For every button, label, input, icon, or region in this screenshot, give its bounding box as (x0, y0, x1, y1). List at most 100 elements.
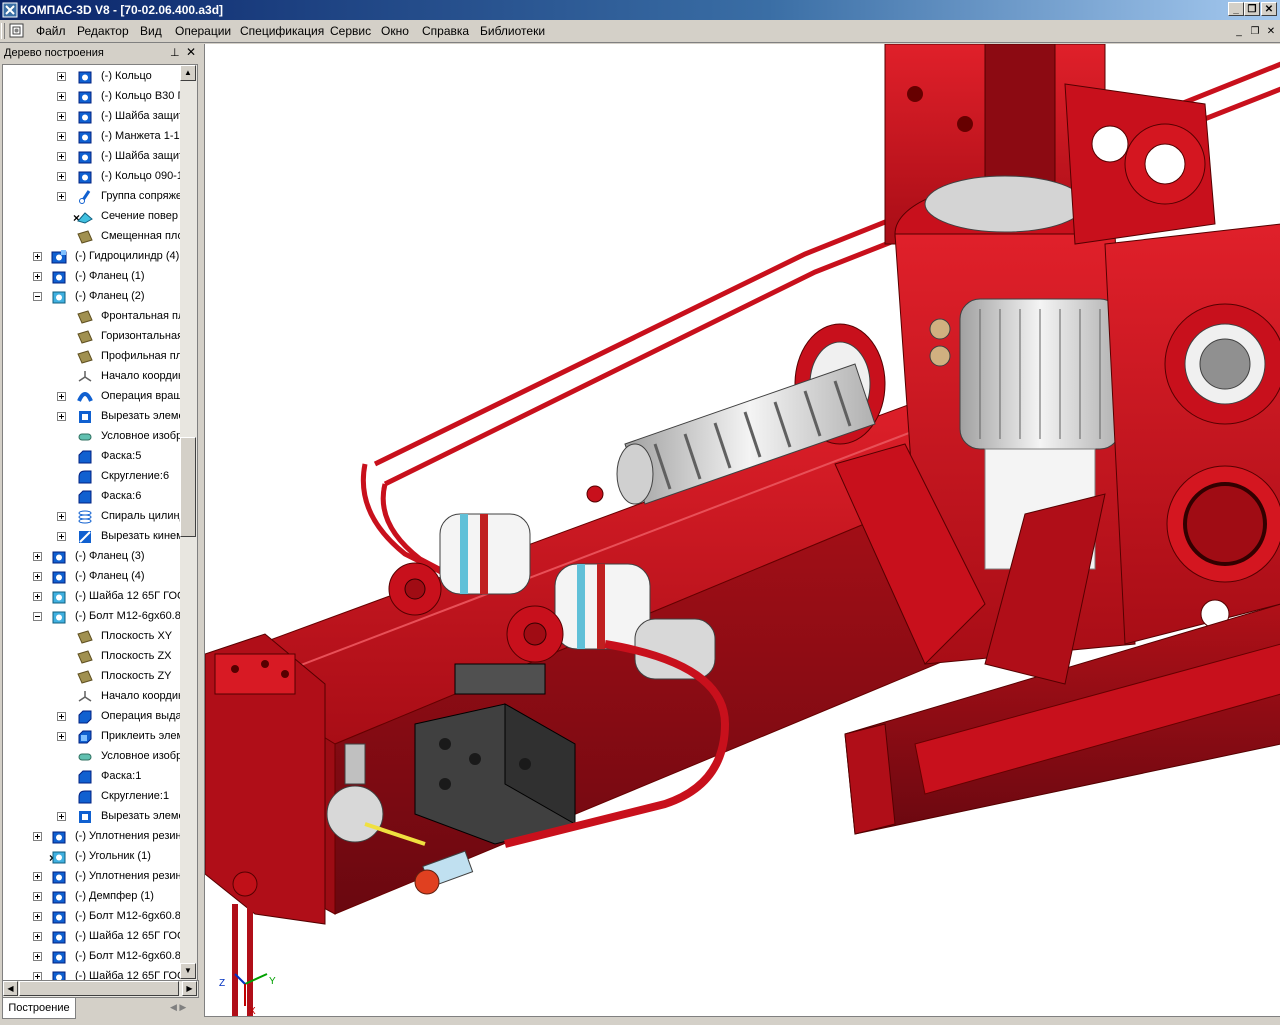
expand-icon[interactable] (57, 192, 66, 201)
menu-view[interactable]: Вид (140, 24, 162, 38)
tree-item[interactable]: Плоскость ZY (3, 667, 181, 687)
scroll-left-button[interactable]: ◀ (3, 981, 18, 996)
tree-item[interactable]: Начало координ (3, 367, 181, 387)
expand-icon[interactable] (57, 512, 66, 521)
menu-specification[interactable]: Спецификация (240, 24, 324, 38)
tree-item[interactable]: Спираль цилинд (3, 507, 181, 527)
minimize-button[interactable]: _ (1228, 2, 1244, 16)
tree-item[interactable]: (-) Кольцо В30 Г (3, 87, 181, 107)
document-icon[interactable] (8, 23, 26, 39)
tree-item[interactable]: (-) Уплотнения резин (3, 867, 181, 887)
tree-item[interactable]: Операция выда (3, 707, 181, 727)
tree-item[interactable]: Плоскость XY (3, 627, 181, 647)
hscroll-thumb[interactable] (19, 981, 179, 996)
tree-item[interactable]: Скругление:6 (3, 467, 181, 487)
expand-icon[interactable] (57, 712, 66, 721)
expand-icon[interactable] (33, 892, 42, 901)
tree-item[interactable]: (-) Манжета 1-10 (3, 127, 181, 147)
tree-item[interactable]: (-) Шайба 12 65Г ГОС (3, 927, 181, 947)
menu-service[interactable]: Сервис (330, 24, 371, 38)
tree-item[interactable]: Приклеить элем (3, 727, 181, 747)
tab-arrows-icon[interactable]: ◀ ▶ (170, 1002, 186, 1013)
expand-icon[interactable] (33, 272, 42, 281)
tree-item[interactable]: (-) Болт М12-6gx60.8 (3, 947, 181, 967)
expand-icon[interactable] (33, 932, 42, 941)
tree-item[interactable]: (-) Гидроцилиндр (4) (3, 247, 181, 267)
expand-icon[interactable] (57, 172, 66, 181)
tree-vertical-scrollbar[interactable]: ▲ ▼ (180, 64, 198, 982)
expand-icon[interactable] (57, 532, 66, 541)
tree-item[interactable]: Профильная пло (3, 347, 181, 367)
tree-item[interactable]: × Сечение повер (3, 207, 181, 227)
scroll-right-button[interactable]: ▶ (182, 981, 197, 996)
kompas-app-icon[interactable] (2, 2, 18, 18)
tree-item[interactable]: Вырезать кинем (3, 527, 181, 547)
expand-icon[interactable] (57, 152, 66, 161)
collapse-icon[interactable] (33, 292, 42, 301)
menu-file[interactable]: Файл (36, 24, 66, 38)
close-button[interactable]: ✕ (1261, 2, 1277, 16)
menu-operations[interactable]: Операции (175, 24, 231, 38)
model-viewport[interactable]: Y Z X (204, 44, 1280, 1016)
expand-icon[interactable] (33, 872, 42, 881)
tree-item[interactable]: Операция вращ (3, 387, 181, 407)
scroll-thumb[interactable] (180, 437, 196, 537)
tree-item[interactable]: Условное изобр (3, 747, 181, 767)
tree-item[interactable]: (-) Шайба 12 65Г ГОС (3, 587, 181, 607)
tree-item[interactable]: (-) Фланец (2) (3, 287, 181, 307)
menu-libraries[interactable]: Библиотеки (480, 24, 545, 38)
tree-item[interactable]: (-) Шайба защит (3, 107, 181, 127)
tree-item[interactable]: Вырезать элеме (3, 807, 181, 827)
expand-icon[interactable] (57, 112, 66, 121)
tree-item[interactable]: (-) Демпфер (1) (3, 887, 181, 907)
tree-item[interactable]: (-) Фланец (4) (3, 567, 181, 587)
doc-minimize-button[interactable]: _ (1232, 26, 1246, 38)
tree-item[interactable]: Смещенная пло (3, 227, 181, 247)
expand-icon[interactable] (57, 392, 66, 401)
3d-model-render[interactable]: Y Z X (205, 44, 1280, 1016)
tree-item[interactable]: (-) Болт М12-6gx60.8 (3, 907, 181, 927)
expand-icon[interactable] (33, 572, 42, 581)
tree-item[interactable]: Горизонтальная (3, 327, 181, 347)
menu-help[interactable]: Справка (422, 24, 469, 38)
expand-icon[interactable] (57, 72, 66, 81)
tree-item[interactable]: (-) Болт М12-6gx60.8 (3, 607, 181, 627)
expand-icon[interactable] (33, 832, 42, 841)
model-tree[interactable]: (-) Кольцо (-) Кольцо В30 Г (-) Шайба защи… (2, 64, 182, 982)
doc-close-button[interactable]: ✕ (1264, 26, 1278, 38)
panel-close-icon[interactable]: ✕ (186, 45, 196, 59)
expand-icon[interactable] (57, 92, 66, 101)
expand-icon[interactable] (57, 132, 66, 141)
tree-item[interactable]: Плоскость ZX (3, 647, 181, 667)
tree-item[interactable]: ×(-) Угольник (1) (3, 847, 181, 867)
toolbar-grip[interactable] (1, 23, 5, 39)
tree-item[interactable]: Скругление:1 (3, 787, 181, 807)
tree-item[interactable]: Группа сопряже (3, 187, 181, 207)
collapse-icon[interactable] (33, 612, 42, 621)
expand-icon[interactable] (33, 592, 42, 601)
expand-icon[interactable] (33, 952, 42, 961)
scroll-up-button[interactable]: ▲ (180, 65, 196, 81)
tree-item[interactable]: Условное изобр (3, 427, 181, 447)
expand-icon[interactable] (57, 732, 66, 741)
expand-icon[interactable] (57, 812, 66, 821)
tree-item[interactable]: Начало координ (3, 687, 181, 707)
expand-icon[interactable] (33, 252, 42, 261)
tree-item[interactable]: Вырезать элеме (3, 407, 181, 427)
tree-item[interactable]: Фаска:6 (3, 487, 181, 507)
tree-item[interactable]: (-) Фланец (3) (3, 547, 181, 567)
tab-construction[interactable]: Построение (2, 998, 76, 1019)
tree-item[interactable]: (-) Уплотнения резин (3, 827, 181, 847)
tree-item[interactable]: (-) Кольцо 090-1 (3, 167, 181, 187)
menu-window[interactable]: Окно (381, 24, 409, 38)
restore-button[interactable]: ❐ (1244, 2, 1260, 16)
scroll-down-button[interactable]: ▼ (180, 963, 196, 979)
tree-item[interactable]: (-) Шайба защит (3, 147, 181, 167)
tree-item[interactable]: (-) Кольцо (3, 67, 181, 87)
tree-item[interactable]: Фаска:1 (3, 767, 181, 787)
doc-restore-button[interactable]: ❐ (1248, 26, 1262, 38)
menu-edit[interactable]: Редактор (77, 24, 129, 38)
tree-item[interactable]: Фаска:5 (3, 447, 181, 467)
pin-icon[interactable]: ⊥ (170, 46, 180, 59)
expand-icon[interactable] (57, 412, 66, 421)
